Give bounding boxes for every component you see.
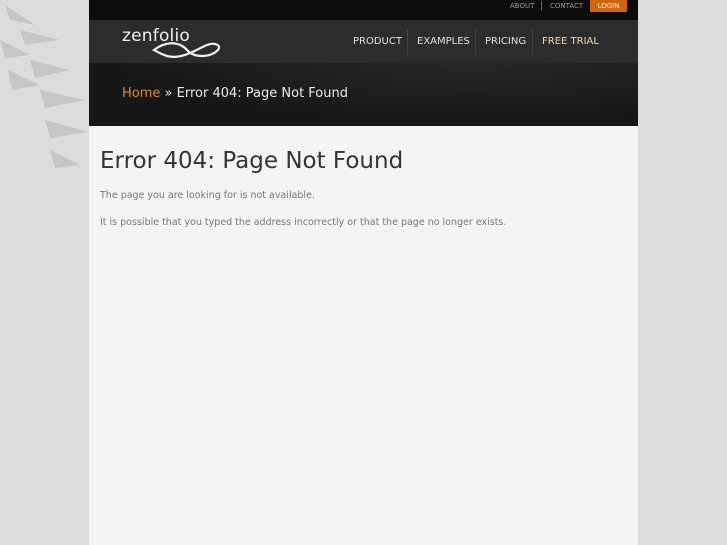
bamboo-decoration — [0, 5, 88, 168]
page-title: Error 404: Page Not Found — [100, 148, 404, 174]
breadcrumb: Home » Error 404: Page Not Found — [122, 86, 348, 101]
nav-pricing[interactable]: PRICING — [485, 32, 526, 52]
message-line-2: It is possible that you typed the addres… — [100, 217, 507, 228]
site-header: ABOUT CONTACT LOGIN zenfolio PRODUCT EXA… — [89, 0, 638, 126]
nav-separator — [475, 30, 476, 55]
about-link[interactable]: ABOUT — [510, 0, 534, 12]
message-line-1: The page you are looking for is not avai… — [100, 190, 315, 201]
infinity-swirl-icon — [152, 42, 221, 58]
contact-link[interactable]: CONTACT — [550, 0, 583, 12]
login-button[interactable]: LOGIN — [590, 0, 627, 12]
nav-product[interactable]: PRODUCT — [353, 32, 402, 52]
nav-separator — [407, 30, 408, 55]
nav-examples[interactable]: EXAMPLES — [417, 32, 470, 52]
page-wrapper: ABOUT CONTACT LOGIN zenfolio PRODUCT EXA… — [89, 0, 638, 545]
utility-separator — [541, 1, 542, 11]
nav-separator — [532, 30, 533, 55]
breadcrumb-home-link[interactable]: Home — [122, 86, 160, 101]
breadcrumb-current: Error 404: Page Not Found — [176, 86, 348, 101]
main-content: Error 404: Page Not Found The page you a… — [100, 148, 620, 228]
zenfolio-logo[interactable]: zenfolio — [122, 26, 222, 62]
breadcrumb-separator: » — [164, 86, 173, 101]
nav-free-trial[interactable]: FREE TRIAL — [542, 32, 599, 52]
